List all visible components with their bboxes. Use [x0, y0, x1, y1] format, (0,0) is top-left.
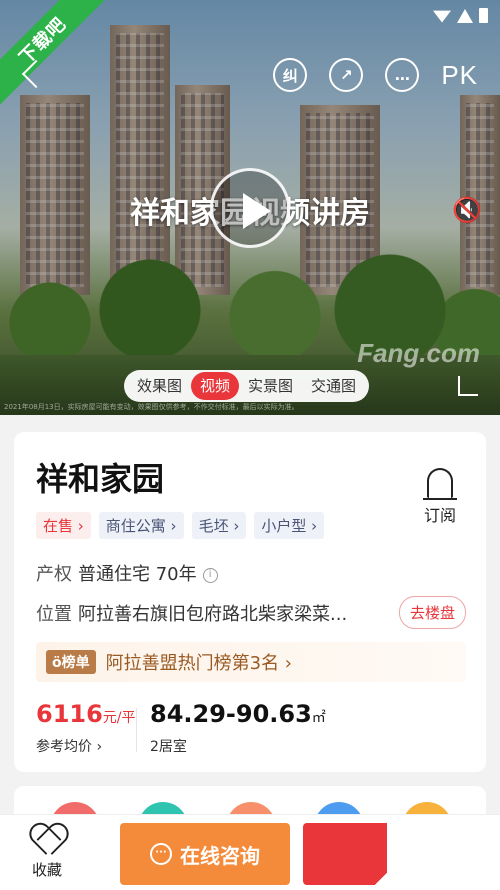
ranking-badge: ö榜单 [46, 650, 96, 674]
tag-apartment[interactable]: 商住公寓 › [98, 512, 184, 539]
price-value: 6116 [36, 700, 103, 728]
heart-icon [30, 825, 64, 855]
price-label: 参考均价 › [36, 739, 103, 755]
bell-icon [422, 468, 457, 500]
disclaimer-text: 2021年08月13日，实际房屋可能有变动，效果图仅供参考，不作交付标准，最后以… [4, 403, 299, 411]
room-type: 2居室 [150, 739, 187, 755]
play-icon[interactable] [210, 168, 290, 248]
consult-label: 在线咨询 [180, 843, 260, 868]
ranking-text: 阿拉善盟热门榜第3名 › [105, 653, 292, 674]
location-label: 位置 [36, 604, 72, 625]
tag-on-sale[interactable]: 在售 › [36, 512, 91, 539]
online-consult-button[interactable]: ··· 在线咨询 [120, 823, 290, 885]
bottom-action-bar: 收藏 ··· 在线咨询 [0, 814, 500, 890]
tab-video[interactable]: 视频 [191, 372, 240, 400]
ranking-banner[interactable]: ö榜单 阿拉善盟热门榜第3名 › [36, 642, 466, 682]
media-tabs: 效果图 视频 实景图 交通图 [124, 370, 370, 402]
location-value: 阿拉善右旗旧包府路北柴家梁菜... [78, 604, 348, 625]
area-unit: ㎡ [311, 710, 326, 726]
property-value: 普通住宅 70年 [78, 564, 197, 585]
listing-name: 祥和家园 [36, 460, 165, 498]
tag-unfinished[interactable]: 毛坯 › [191, 512, 247, 539]
favorite-button[interactable]: 收藏 [30, 825, 64, 880]
tag-list: 在售 › 商住公寓 › 毛坯 › 小户型 › [36, 512, 325, 539]
status-bar [433, 8, 488, 23]
hero-video[interactable]: 下载吧 纠 ↗ … PK 祥和家园视频讲房 🔇 Fang.com 2021年08… [0, 0, 500, 415]
goto-building-button[interactable]: 去楼盘 [398, 596, 466, 629]
signal-icon [457, 8, 473, 23]
info-icon[interactable]: i [202, 567, 218, 583]
area-value: 84.29-90.63 [150, 700, 312, 728]
tab-renderings[interactable]: 效果图 [128, 372, 191, 400]
watermark-logo: Fang.com [357, 338, 480, 368]
fullscreen-icon[interactable] [458, 376, 478, 396]
battery-icon [479, 8, 488, 23]
area-block: 84.29-90.63㎡ 2居室 [150, 700, 326, 756]
favorite-label: 收藏 [31, 861, 62, 879]
price-unit: 元/平 [102, 710, 136, 726]
top-actions: 纠 ↗ … PK [273, 58, 478, 92]
chat-icon: ··· [150, 843, 172, 865]
property-row: 产权 普通住宅 70年 i [36, 560, 218, 586]
message-icon[interactable]: … [385, 58, 420, 92]
tab-transport-map[interactable]: 交通图 [302, 372, 365, 400]
subscribe-label: 订阅 [423, 506, 456, 525]
price-block[interactable]: 6116元/平 参考均价 › [36, 700, 136, 756]
tab-real-photos[interactable]: 实景图 [239, 372, 302, 400]
property-label: 产权 [36, 564, 72, 585]
listing-card: 祥和家园 订阅 在售 › 商住公寓 › 毛坯 › 小户型 › 产权 普通住宅 70… [14, 432, 486, 772]
subscribe-button[interactable]: 订阅 [422, 468, 457, 526]
mute-icon[interactable]: 🔇 [452, 196, 482, 224]
tag-small-unit[interactable]: 小户型 › [254, 512, 325, 539]
share-icon[interactable]: ↗ [329, 58, 364, 92]
location-row: 位置 阿拉善右旗旧包府路北柴家梁菜... [36, 600, 366, 626]
wifi-icon [433, 10, 451, 23]
pk-button[interactable]: PK [441, 60, 478, 91]
correction-icon[interactable]: 纠 [273, 58, 308, 92]
divider [136, 708, 137, 752]
